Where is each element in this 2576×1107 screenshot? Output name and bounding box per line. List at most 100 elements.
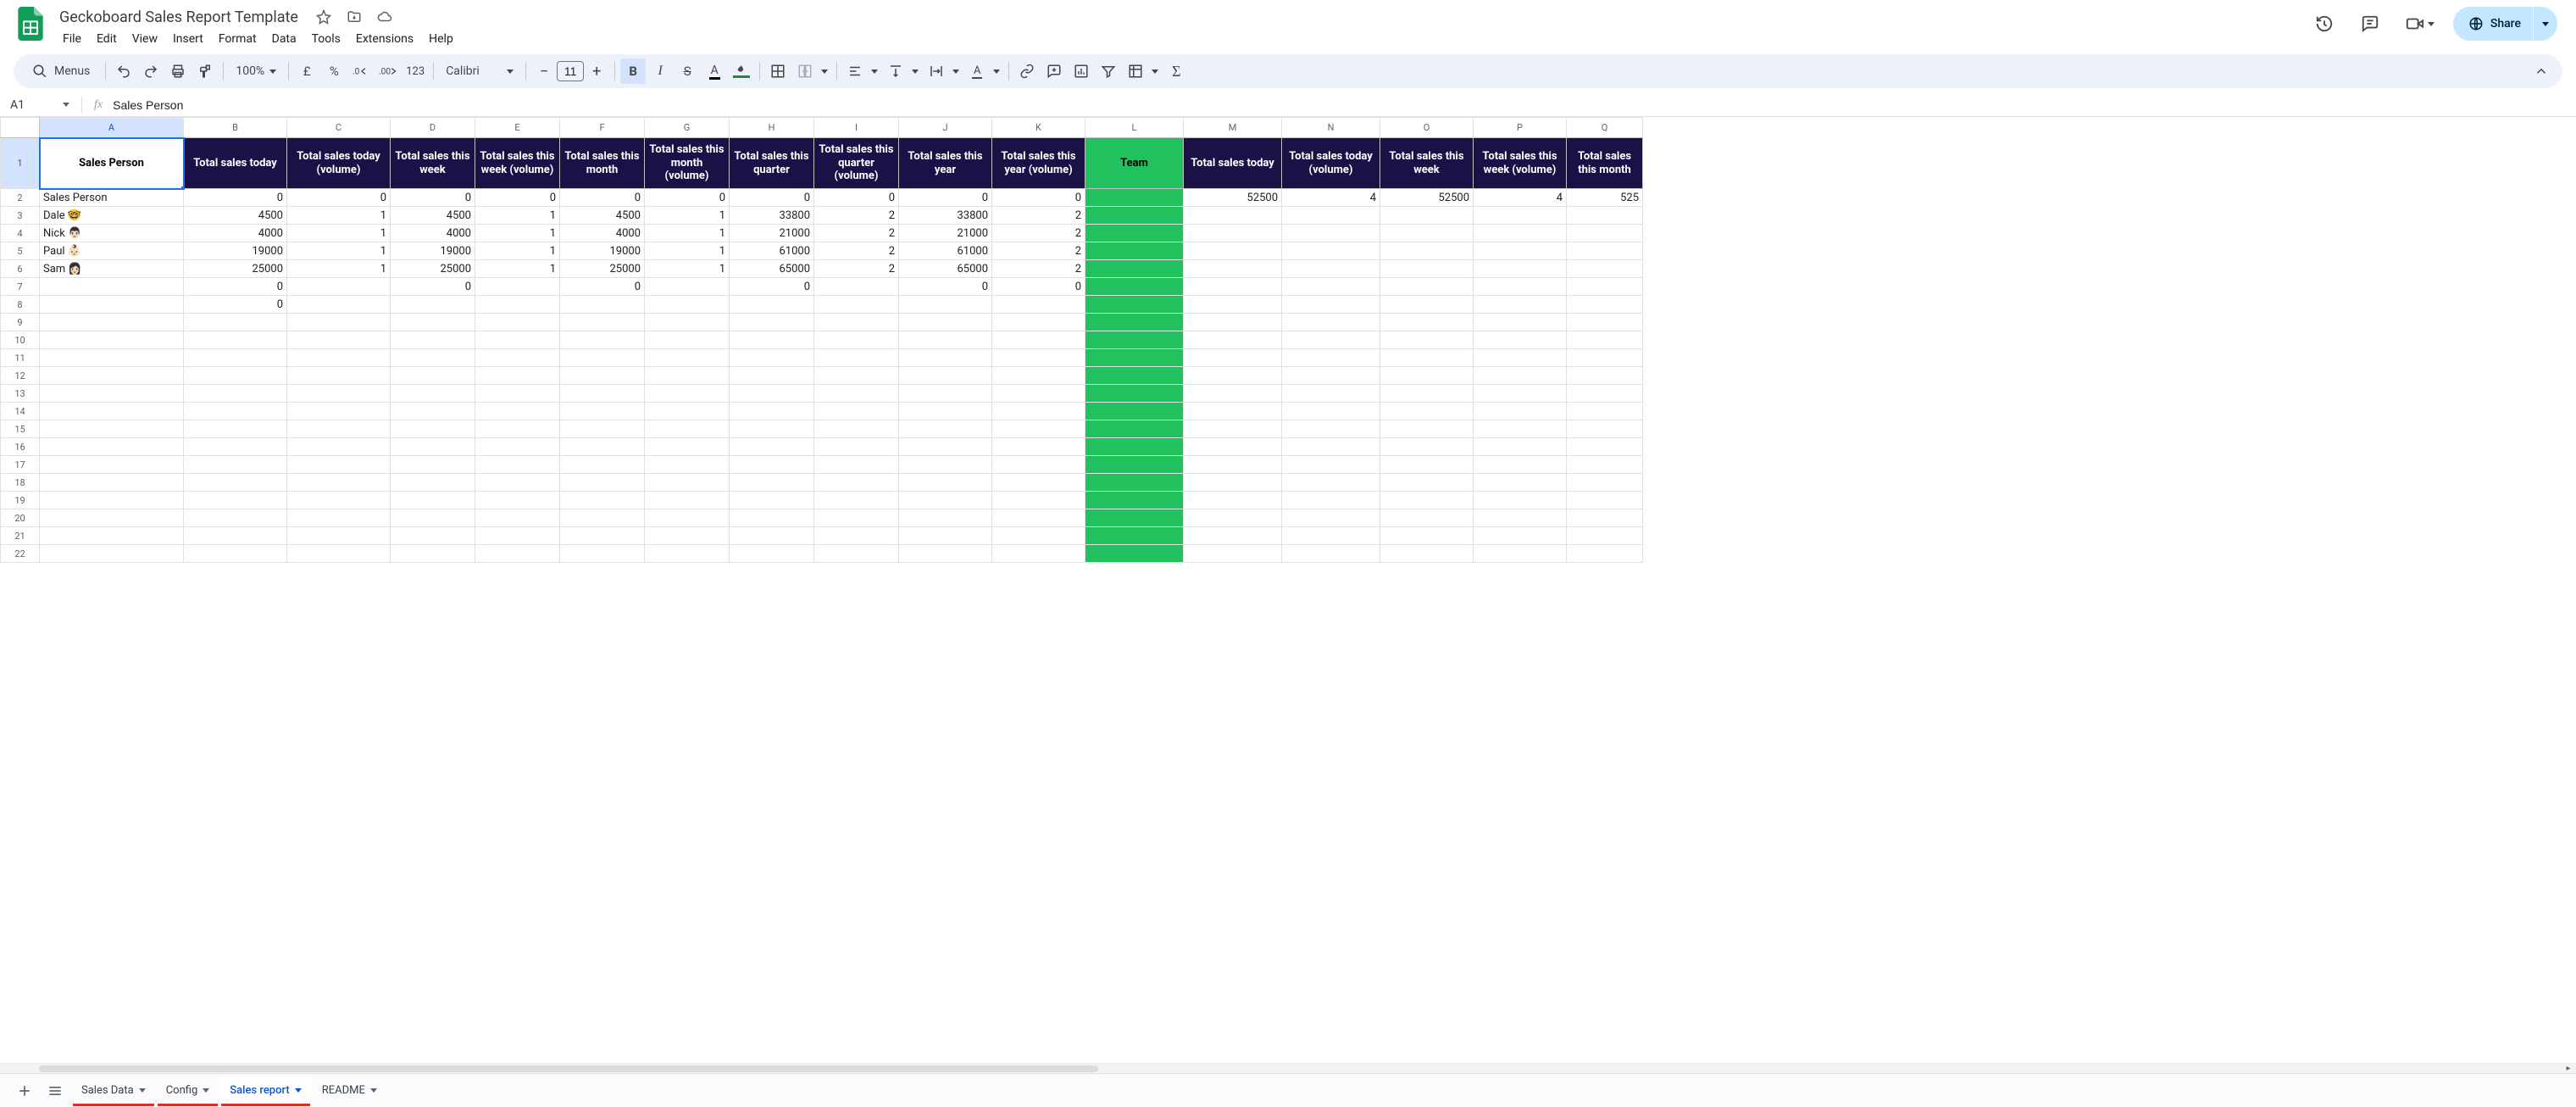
cell-P10[interactable] bbox=[1474, 331, 1567, 349]
cell-E1[interactable]: Total sales this week (volume) bbox=[475, 138, 560, 189]
cell-D13[interactable] bbox=[391, 385, 475, 403]
cell-I10[interactable] bbox=[814, 331, 899, 349]
cell-E8[interactable] bbox=[475, 296, 560, 314]
sheet-tab-config[interactable]: Config bbox=[156, 1076, 220, 1106]
cell-L21[interactable] bbox=[1085, 527, 1184, 545]
cell-L13[interactable] bbox=[1085, 385, 1184, 403]
cell-B17[interactable] bbox=[184, 456, 287, 474]
cell-L5[interactable] bbox=[1085, 242, 1184, 260]
cell-N11[interactable] bbox=[1282, 349, 1380, 367]
filter-button[interactable] bbox=[1096, 58, 1121, 84]
cell-N10[interactable] bbox=[1282, 331, 1380, 349]
cell-E2[interactable]: 0 bbox=[475, 189, 560, 207]
cell-E12[interactable] bbox=[475, 367, 560, 385]
cell-K19[interactable] bbox=[992, 492, 1085, 509]
cell-Q5[interactable] bbox=[1567, 242, 1643, 260]
cell-D8[interactable] bbox=[391, 296, 475, 314]
cell-O2[interactable]: 52500 bbox=[1380, 189, 1474, 207]
cell-N17[interactable] bbox=[1282, 456, 1380, 474]
horizontal-scrollbar[interactable]: ▸ bbox=[0, 1063, 2576, 1073]
cell-D1[interactable]: Total sales this week bbox=[391, 138, 475, 189]
increase-decimal-button[interactable]: .00 bbox=[375, 58, 401, 84]
column-header-P[interactable]: P bbox=[1474, 118, 1567, 138]
row-header-18[interactable]: 18 bbox=[1, 474, 40, 492]
cell-C2[interactable]: 0 bbox=[287, 189, 391, 207]
menu-format[interactable]: Format bbox=[212, 29, 264, 49]
cell-L8[interactable] bbox=[1085, 296, 1184, 314]
cell-L10[interactable] bbox=[1085, 331, 1184, 349]
cell-I8[interactable] bbox=[814, 296, 899, 314]
cell-Q2[interactable]: 525 bbox=[1567, 189, 1643, 207]
cell-G7[interactable] bbox=[645, 278, 730, 296]
row-header-10[interactable]: 10 bbox=[1, 331, 40, 349]
cell-F4[interactable]: 4000 bbox=[560, 225, 645, 242]
cell-O7[interactable] bbox=[1380, 278, 1474, 296]
cell-Q10[interactable] bbox=[1567, 331, 1643, 349]
table-view-button[interactable] bbox=[1123, 58, 1148, 84]
cell-H3[interactable]: 33800 bbox=[730, 207, 814, 225]
name-box[interactable]: A1 bbox=[3, 95, 76, 115]
cell-Q3[interactable] bbox=[1567, 207, 1643, 225]
cell-N16[interactable] bbox=[1282, 438, 1380, 456]
cell-O18[interactable] bbox=[1380, 474, 1474, 492]
cell-Q14[interactable] bbox=[1567, 403, 1643, 420]
cell-B7[interactable]: 0 bbox=[184, 278, 287, 296]
cell-E13[interactable] bbox=[475, 385, 560, 403]
cell-D6[interactable]: 25000 bbox=[391, 260, 475, 278]
cell-G14[interactable] bbox=[645, 403, 730, 420]
column-header-M[interactable]: M bbox=[1184, 118, 1282, 138]
cell-J19[interactable] bbox=[899, 492, 992, 509]
cell-N7[interactable] bbox=[1282, 278, 1380, 296]
cell-C11[interactable] bbox=[287, 349, 391, 367]
cell-K15[interactable] bbox=[992, 420, 1085, 438]
rotate-dropdown[interactable] bbox=[990, 70, 1003, 74]
cell-K3[interactable]: 2 bbox=[992, 207, 1085, 225]
italic-button[interactable]: I bbox=[647, 58, 673, 84]
cell-C7[interactable] bbox=[287, 278, 391, 296]
cell-A1[interactable]: Sales Person bbox=[40, 138, 184, 189]
cell-O19[interactable] bbox=[1380, 492, 1474, 509]
cell-M17[interactable] bbox=[1184, 456, 1282, 474]
cell-J5[interactable]: 61000 bbox=[899, 242, 992, 260]
cell-E4[interactable]: 1 bbox=[475, 225, 560, 242]
row-header-11[interactable]: 11 bbox=[1, 349, 40, 367]
cell-L2[interactable] bbox=[1085, 189, 1184, 207]
cell-B8[interactable]: 0 bbox=[184, 296, 287, 314]
meet-button[interactable] bbox=[2399, 7, 2441, 41]
undo-button[interactable] bbox=[111, 58, 136, 84]
cell-C15[interactable] bbox=[287, 420, 391, 438]
cell-G9[interactable] bbox=[645, 314, 730, 331]
cell-G20[interactable] bbox=[645, 509, 730, 527]
cell-C1[interactable]: Total sales today (volume) bbox=[287, 138, 391, 189]
cell-P8[interactable] bbox=[1474, 296, 1567, 314]
cell-M19[interactable] bbox=[1184, 492, 1282, 509]
cell-O10[interactable] bbox=[1380, 331, 1474, 349]
cell-G4[interactable]: 1 bbox=[645, 225, 730, 242]
cell-D10[interactable] bbox=[391, 331, 475, 349]
cell-F14[interactable] bbox=[560, 403, 645, 420]
cell-P4[interactable] bbox=[1474, 225, 1567, 242]
cell-F10[interactable] bbox=[560, 331, 645, 349]
cell-I14[interactable] bbox=[814, 403, 899, 420]
cell-G12[interactable] bbox=[645, 367, 730, 385]
cell-O8[interactable] bbox=[1380, 296, 1474, 314]
cell-P13[interactable] bbox=[1474, 385, 1567, 403]
cell-P3[interactable] bbox=[1474, 207, 1567, 225]
cell-D11[interactable] bbox=[391, 349, 475, 367]
cell-I20[interactable] bbox=[814, 509, 899, 527]
format-123-button[interactable]: 123 bbox=[402, 58, 428, 84]
cell-L4[interactable] bbox=[1085, 225, 1184, 242]
cell-O5[interactable] bbox=[1380, 242, 1474, 260]
cell-B6[interactable]: 25000 bbox=[184, 260, 287, 278]
cell-O3[interactable] bbox=[1380, 207, 1474, 225]
table-view-dropdown[interactable] bbox=[1148, 70, 1162, 74]
row-header-5[interactable]: 5 bbox=[1, 242, 40, 260]
wrap-button[interactable] bbox=[924, 58, 949, 84]
cell-L7[interactable] bbox=[1085, 278, 1184, 296]
cell-L16[interactable] bbox=[1085, 438, 1184, 456]
cell-P22[interactable] bbox=[1474, 545, 1567, 563]
cell-B19[interactable] bbox=[184, 492, 287, 509]
cell-D2[interactable]: 0 bbox=[391, 189, 475, 207]
strikethrough-button[interactable]: S bbox=[675, 58, 700, 84]
cell-L22[interactable] bbox=[1085, 545, 1184, 563]
